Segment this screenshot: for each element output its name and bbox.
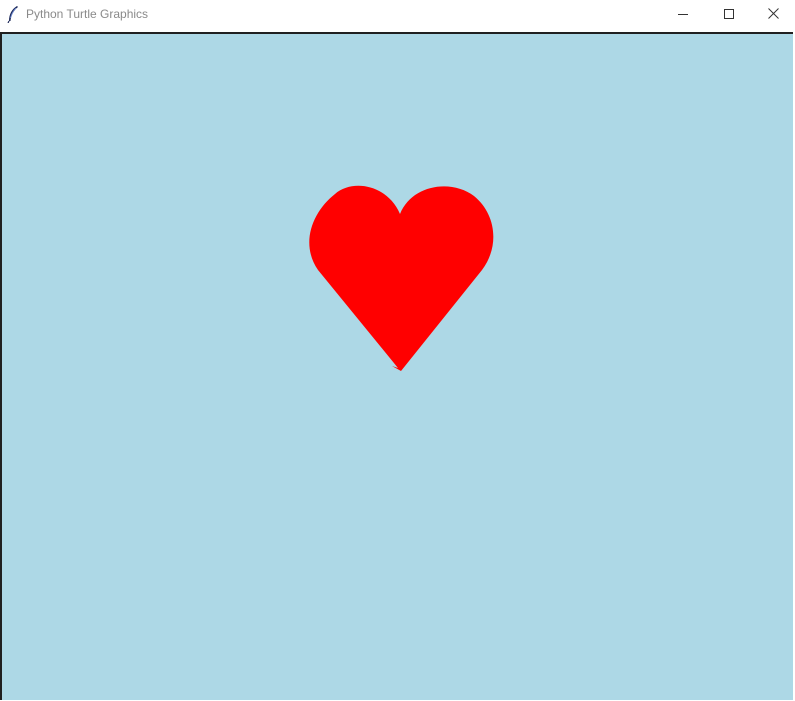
window-title: Python Turtle Graphics bbox=[26, 7, 149, 21]
turtle-canvas-area[interactable] bbox=[0, 32, 793, 700]
maximize-icon bbox=[724, 6, 734, 24]
close-button[interactable] bbox=[751, 0, 795, 30]
feather-icon bbox=[6, 5, 20, 24]
title-bar[interactable]: Python Turtle Graphics bbox=[0, 0, 795, 31]
maximize-button[interactable] bbox=[706, 0, 752, 30]
heart-shape bbox=[309, 185, 494, 371]
turtle-window: Python Turtle Graphics bbox=[0, 0, 795, 701]
turtle-canvas[interactable] bbox=[2, 34, 793, 700]
minimize-button[interactable] bbox=[660, 0, 706, 30]
minimize-icon bbox=[678, 6, 688, 24]
close-icon bbox=[767, 6, 779, 24]
